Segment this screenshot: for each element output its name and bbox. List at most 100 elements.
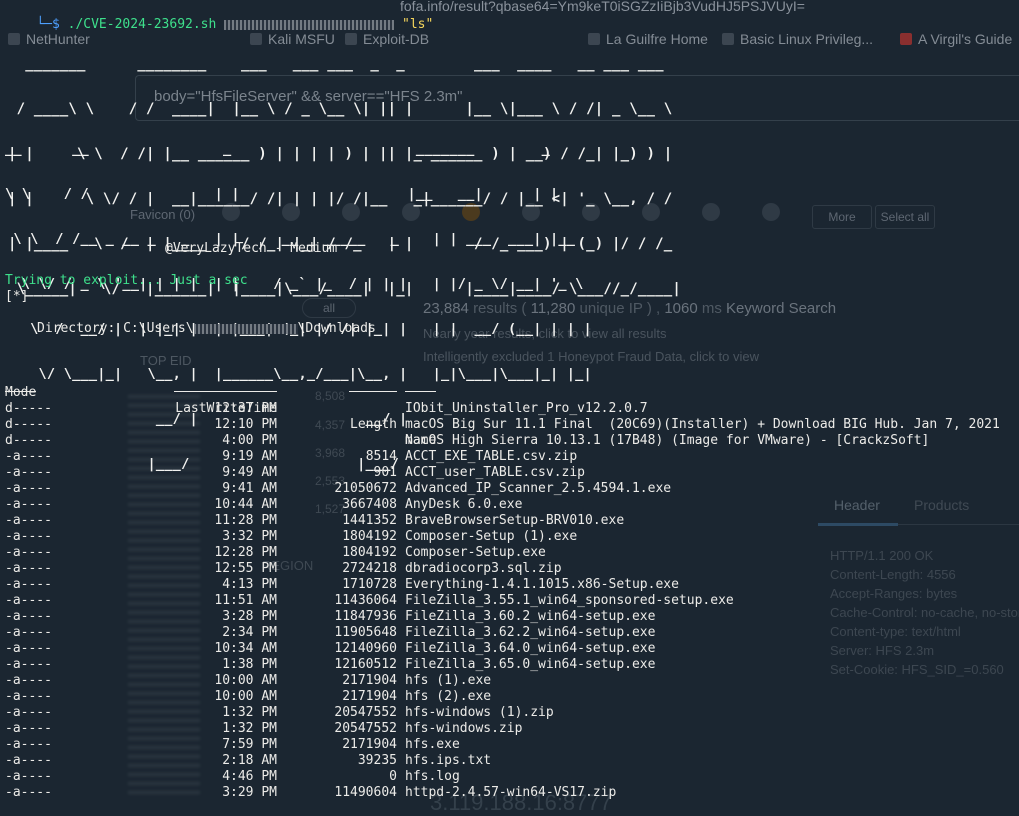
cell-length: 0 (389, 769, 397, 784)
cell-mode: -a---- (5, 641, 52, 656)
cell-length: 3667408 (342, 497, 397, 512)
header-underline-mode (5, 391, 36, 392)
cell-mode: -a---- (5, 785, 52, 800)
table-row: -a---- 11:28 PM 1441352 BraveBrowserSetup-B… (0, 513, 1019, 529)
cell-name: Composer-Setup.exe (405, 545, 546, 560)
cell-length: 2724218 (342, 561, 397, 576)
cell-time: 3:32 PM (222, 529, 277, 544)
header-underline-lastwritetime (174, 391, 277, 392)
table-row: -a---- 9:49 AM 901 ACCT_user_TABLE.csv.zip (0, 465, 1019, 481)
cell-name: ACCT_EXE_TABLE.csv.zip (405, 449, 578, 464)
cell-time: 7:59 PM (222, 737, 277, 752)
cell-time: 12:10 PM (214, 417, 277, 432)
cell-name: IObit_Uninstaller_Pro_v12.2.0.7 (405, 401, 648, 416)
cell-mode: -a---- (5, 737, 52, 752)
cell-mode: -a---- (5, 481, 52, 496)
cell-time: 2:34 PM (222, 625, 277, 640)
cell-name: FileZilla_3.62.2_win64-setup.exe (405, 625, 656, 640)
cell-time: 4:13 PM (222, 577, 277, 592)
cell-time: 12:55 PM (214, 561, 277, 576)
cell-mode: d----- (5, 401, 52, 416)
cell-mode: -a---- (5, 449, 52, 464)
cell-length: 2171904 (342, 737, 397, 752)
cell-mode: -a---- (5, 497, 52, 512)
cell-length: 39235 (357, 753, 397, 768)
command-line[interactable]: └─$ ./CVE-2024-23692.sh "ls" (5, 1, 433, 32)
cell-name: hfs (1).exe (405, 673, 492, 688)
cell-length: 2171904 (342, 673, 397, 688)
cell-length: 20547552 (334, 721, 397, 736)
cell-name: AnyDesk 6.0.exe (405, 497, 523, 512)
header-underline-length (349, 391, 397, 392)
cell-time: 10:34 AM (214, 641, 277, 656)
cell-time: 1:32 PM (222, 721, 277, 736)
cell-length: 11847936 (334, 609, 397, 624)
cell-mode: d----- (5, 417, 52, 432)
cell-time: 10:00 AM (214, 673, 277, 688)
cell-mode: -a---- (5, 561, 52, 576)
table-row: -a---- 10:34 AM 12140960 FileZilla_3.64.0_w… (0, 641, 1019, 657)
table-row: -a---- 2:34 PM 11905648 FileZilla_3.62.2_wi… (0, 625, 1019, 641)
cell-name: ACCT_user_TABLE.csv.zip (405, 465, 586, 480)
terminal-output: └─$ ./CVE-2024-23692.sh "ls" _______ ___… (0, 0, 1019, 813)
header-mode: Mode (5, 385, 37, 400)
table-row: d----- 12:10 PM macOS Big Sur 11.1 Final (… (0, 417, 1019, 433)
cell-length: 1441352 (342, 513, 397, 528)
status-marker: [*] (5, 289, 29, 304)
cell-length: 1804192 (342, 529, 397, 544)
table-row: -a---- 3:28 PM 11847936 FileZilla_3.60.2_wi… (0, 609, 1019, 625)
table-row: -a---- 12:28 PM 1804192 Composer-Setup.exe (0, 545, 1019, 561)
cell-time: 3:28 PM (222, 609, 277, 624)
cell-time: 1:38 PM (222, 657, 277, 672)
table-row: -a---- 9:19 AM 8514 ACCT_EXE_TABLE.csv.zip (0, 449, 1019, 465)
table-row: -a---- 10:00 AM 2171904 hfs (1).exe (0, 673, 1019, 689)
cell-time: 3:29 PM (222, 785, 277, 800)
cell-mode: -a---- (5, 513, 52, 528)
cell-name: hfs.log (405, 769, 460, 784)
cell-time: 9:41 AM (222, 481, 277, 496)
cell-time: 9:49 AM (222, 465, 277, 480)
cell-length: 1710728 (342, 577, 397, 592)
table-row: d----- 4:00 PM macOS High Sierra 10.13.1 (… (0, 433, 1019, 449)
credit-line: @VeryLazyTech - Medium (165, 241, 338, 256)
cell-time: 9:19 AM (222, 449, 277, 464)
cell-mode: -a---- (5, 593, 52, 608)
cell-time: 12:28 PM (214, 545, 277, 560)
table-row: -a---- 3:29 PM 11490604 httpd-2.4.57-win64-… (0, 785, 1019, 801)
redacted-username (193, 323, 298, 334)
cell-mode: -a---- (5, 673, 52, 688)
cell-mode: -a---- (5, 753, 52, 768)
table-row: -a---- 2:18 AM 39235 hfs.ips.txt (0, 753, 1019, 769)
cell-mode: -a---- (5, 465, 52, 480)
cell-time: 10:00 AM (214, 689, 277, 704)
cell-name: Composer-Setup (1).exe (405, 529, 578, 544)
cell-time: 4:00 PM (222, 433, 277, 448)
cell-length: 20547552 (334, 705, 397, 720)
cell-length: 12140960 (334, 641, 397, 656)
cell-length: 12160512 (334, 657, 397, 672)
cell-time: 1:32 PM (222, 705, 277, 720)
cell-name: Advanced_IP_Scanner_2.5.4594.1.exe (405, 481, 672, 496)
cell-name: hfs-windows.zip (405, 721, 523, 736)
status-line: Trying to exploit... Just a sec (5, 273, 248, 288)
table-row: -a---- 9:41 AM 21050672 Advanced_IP_Scanner… (0, 481, 1019, 497)
cell-time: 10:44 AM (214, 497, 277, 512)
cell-name: FileZilla_3.60.2_win64-setup.exe (405, 609, 656, 624)
cell-name: macOS High Sierra 10.13.1 (17B48) (Image… (405, 433, 930, 448)
table-row: -a---- 7:59 PM 2171904 hfs.exe (0, 737, 1019, 753)
table-row: -a---- 1:38 PM 12160512 FileZilla_3.65.0_wi… (0, 657, 1019, 673)
cell-name: Everything-1.4.1.1015.x86-Setup.exe (405, 577, 679, 592)
cell-mode: -a---- (5, 769, 52, 784)
cell-name: hfs (2).exe (405, 689, 492, 704)
cell-length: 901 (373, 465, 397, 480)
table-row: -a---- 4:13 PM 1710728 Everything-1.4.1.101… (0, 577, 1019, 593)
directory-line: Directory: C:\Users\ \Downloads (37, 321, 376, 336)
cell-length: 21050672 (334, 481, 397, 496)
cell-length: 2171904 (342, 689, 397, 704)
cell-time: 11:51 AM (214, 593, 277, 608)
listing-header: Mode LastWriteTime Length Name (0, 369, 1019, 448)
cell-mode: -a---- (5, 577, 52, 592)
cell-mode: -a---- (5, 689, 52, 704)
table-row: -a---- 10:44 AM 3667408 AnyDesk 6.0.exe (0, 497, 1019, 513)
cell-mode: -a---- (5, 529, 52, 544)
